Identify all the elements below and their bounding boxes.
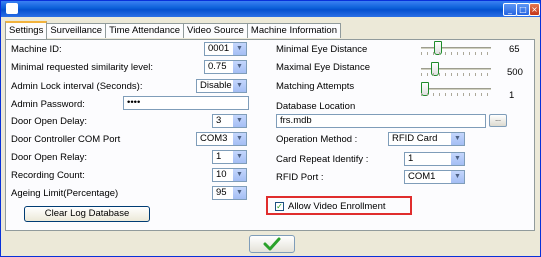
- chevron-down-icon[interactable]: ▼: [232, 169, 246, 181]
- similarity-label: Minimal requested similarity level:: [11, 62, 154, 73]
- ageing-limit-select[interactable]: 95 ▼: [212, 186, 247, 200]
- card-repeat-value: 1: [408, 153, 414, 164]
- tab-surveillance[interactable]: Surveillance: [46, 23, 107, 38]
- minimize-button[interactable]: _: [503, 3, 517, 16]
- door-com-port-value: COM3: [200, 133, 228, 144]
- allow-video-enrollment-label[interactable]: Allow Video Enrollment: [288, 201, 386, 212]
- operation-method-value: RFID Card: [392, 133, 438, 144]
- min-eye-distance-slider[interactable]: [421, 41, 491, 55]
- min-eye-distance-label: Minimal Eye Distance: [276, 44, 368, 55]
- operation-method-select[interactable]: RFID Card ▼: [388, 132, 465, 146]
- rfid-port-value: COM1: [408, 171, 436, 182]
- chevron-down-icon[interactable]: ▼: [232, 151, 246, 163]
- rfid-port-label: RFID Port :: [276, 172, 324, 183]
- door-open-delay-select[interactable]: 3 ▼: [212, 114, 247, 128]
- slider-ticks: [421, 93, 491, 96]
- browse-button[interactable]: ...: [489, 114, 507, 127]
- slider-ticks: [421, 52, 491, 55]
- door-open-relay-select[interactable]: 1 ▼: [212, 150, 247, 164]
- admin-lock-select[interactable]: Disable ▼: [196, 79, 247, 93]
- matching-attempts-value: 1: [509, 90, 515, 101]
- ok-button[interactable]: [249, 235, 295, 253]
- database-location-input[interactable]: frs.mdb: [276, 114, 486, 128]
- slider-track: [421, 47, 491, 49]
- max-eye-distance-slider[interactable]: [421, 62, 491, 76]
- max-eye-distance-value: 500: [507, 67, 523, 78]
- door-open-relay-label: Door Open Relay:: [11, 152, 88, 163]
- door-com-port-select[interactable]: COM3 ▼: [196, 132, 247, 146]
- admin-password-input[interactable]: ••••: [123, 96, 249, 110]
- admin-lock-label: Admin Lock interval (Seconds):: [11, 81, 143, 92]
- rfid-port-select[interactable]: COM1 ▼: [404, 170, 465, 184]
- tab-machine-information[interactable]: Machine Information: [246, 23, 341, 38]
- similarity-select[interactable]: 0.75 ▼: [204, 60, 247, 74]
- chevron-down-icon[interactable]: ▼: [450, 171, 464, 183]
- clear-log-database-button[interactable]: Clear Log Database: [24, 206, 150, 222]
- chevron-down-icon[interactable]: ▼: [232, 43, 246, 55]
- admin-password-label: Admin Password:: [11, 99, 85, 110]
- close-button[interactable]: ×: [529, 3, 540, 16]
- checkmark-icon: [263, 237, 281, 251]
- settings-window: _ □ × Settings Surveillance Time Attenda…: [0, 0, 541, 257]
- recording-count-select[interactable]: 10 ▼: [212, 168, 247, 182]
- app-icon: [6, 3, 18, 14]
- machine-id-value: 0001: [208, 43, 230, 54]
- min-eye-distance-value: 65: [509, 44, 520, 55]
- chevron-down-icon[interactable]: ▼: [232, 115, 246, 127]
- recording-count-value: 10: [216, 169, 227, 180]
- chevron-down-icon[interactable]: ▼: [450, 153, 464, 165]
- database-location-label: Database Location: [276, 101, 356, 112]
- door-open-relay-value: 1: [216, 151, 222, 162]
- tab-time-attendance[interactable]: Time Attendance: [105, 23, 185, 38]
- card-repeat-label: Card Repeat Identify :: [276, 154, 369, 165]
- door-com-port-label: Door Controller COM Port: [11, 134, 121, 145]
- slider-ticks: [421, 73, 491, 76]
- machine-id-select[interactable]: 0001 ▼: [204, 42, 247, 56]
- chevron-down-icon[interactable]: ▼: [232, 133, 246, 145]
- slider-track: [421, 88, 491, 90]
- similarity-value: 0.75: [208, 61, 227, 72]
- ageing-limit-label: Ageing Limit(Percentage): [11, 188, 119, 199]
- matching-attempts-slider[interactable]: [421, 82, 491, 96]
- chevron-down-icon[interactable]: ▼: [232, 80, 246, 92]
- door-open-delay-label: Door Open Delay:: [11, 116, 88, 127]
- recording-count-label: Recording Count:: [11, 170, 85, 181]
- card-repeat-select[interactable]: 1 ▼: [404, 152, 465, 166]
- title-bar[interactable]: _ □ ×: [1, 1, 540, 17]
- tab-video-source[interactable]: Video Source: [183, 23, 248, 38]
- machine-id-label: Machine ID:: [11, 44, 62, 55]
- chevron-down-icon[interactable]: ▼: [232, 61, 246, 73]
- tab-settings[interactable]: Settings: [5, 21, 48, 39]
- chevron-down-icon[interactable]: ▼: [232, 187, 246, 199]
- allow-video-enrollment-checkbox[interactable]: ✓: [275, 202, 284, 211]
- ageing-limit-value: 95: [216, 187, 227, 198]
- admin-lock-value: Disable: [200, 80, 232, 91]
- operation-method-label: Operation Method :: [276, 134, 358, 145]
- max-eye-distance-label: Maximal Eye Distance: [276, 62, 370, 73]
- maximize-button[interactable]: □: [516, 3, 530, 16]
- door-open-delay-value: 3: [216, 115, 222, 126]
- matching-attempts-label: Matching Attempts: [276, 81, 355, 92]
- chevron-down-icon[interactable]: ▼: [450, 133, 464, 145]
- tab-strip: Settings Surveillance Time Attendance Vi…: [5, 21, 341, 39]
